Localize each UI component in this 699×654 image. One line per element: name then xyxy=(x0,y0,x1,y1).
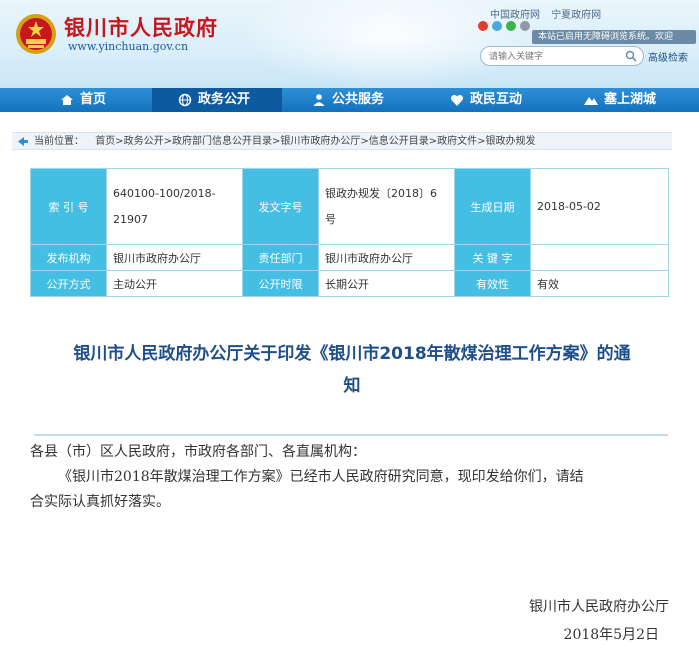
weibo-icon[interactable] xyxy=(478,21,488,31)
index-no-value: 640100-100/2018- 21907 xyxy=(106,168,243,245)
national-emblem-icon xyxy=(16,14,56,54)
search-icon[interactable] xyxy=(625,50,637,62)
disclosure-period-value: 长期公开 xyxy=(318,270,455,297)
body-paragraph-line1: 《银川市2018年散煤治理工作方案》已经市人民政府研究同意，现印发给你们，请结 xyxy=(58,469,584,485)
index-no-value-line1: 640100-100/2018- xyxy=(113,187,216,200)
nav-gov-affairs[interactable]: 政务公开 xyxy=(152,88,282,112)
doc-no-label: 发文字号 xyxy=(242,168,319,245)
table-row: 索 引 号 640100-100/2018- 21907 发文字号 银政办规发〔… xyxy=(30,168,669,245)
document-title-line1: 银川市人民政府办公厅关于印发《银川市2018年散煤治理工作方案》的通 xyxy=(73,344,631,364)
doc-no-value-line2: 号 xyxy=(325,213,336,226)
site-title[interactable]: 银川市人民政府 xyxy=(64,12,218,42)
created-date-value: 2018-05-02 xyxy=(530,168,669,245)
keyword-label: 关 键 字 xyxy=(454,244,531,271)
table-row: 发布机构 银川市政府办公厅 责任部门 银川市政府办公厅 关 键 字 xyxy=(30,244,669,271)
responsible-dept-value: 银川市政府办公厅 xyxy=(318,244,455,271)
created-date-label: 生成日期 xyxy=(454,168,531,245)
mobile-icon[interactable] xyxy=(520,21,530,31)
salutation: 各县（市）区人民政府，市政府各部门、各直属机构： xyxy=(30,444,366,460)
breadcrumb: 当前位置： 首页>政务公开>政府部门信息公开目录>银川市政府办公厅>信息公开目录… xyxy=(12,132,672,150)
validity-value: 有效 xyxy=(530,270,669,297)
disclosure-method-label: 公开方式 xyxy=(30,270,107,297)
responsible-dept-label: 责任部门 xyxy=(242,244,319,271)
advanced-search-link[interactable]: 高级检索 xyxy=(648,49,688,64)
keyword-value xyxy=(530,244,669,271)
document-title: 银川市人民政府办公厅关于印发《银川市2018年散煤治理工作方案》的通 知 xyxy=(40,338,664,402)
link-central-gov[interactable]: 中国政府网 xyxy=(490,10,540,21)
breadcrumb-path[interactable]: 首页>政务公开>政府部门信息公开目录>银川市政府办公厅>信息公开目录>政府文件>… xyxy=(95,136,535,147)
top-links: 中国政府网 宁夏政府网 xyxy=(490,6,609,21)
publisher-label: 发布机构 xyxy=(30,244,107,271)
publisher-value: 银川市政府办公厅 xyxy=(106,244,243,271)
mountain-icon xyxy=(584,97,598,105)
index-no-value-line2: 21907 xyxy=(113,213,148,226)
document-info-table: 索 引 号 640100-100/2018- 21907 发文字号 银政办规发〔… xyxy=(30,168,669,297)
tencent-icon[interactable] xyxy=(492,21,502,31)
nav-interaction[interactable]: 政民互动 xyxy=(450,88,522,112)
nav-public-service[interactable]: 公共服务 xyxy=(312,88,384,112)
link-ningxia-gov[interactable]: 宁夏政府网 xyxy=(551,10,601,21)
nav-gov-affairs-label: 政务公开 xyxy=(198,92,251,107)
signer: 银川市人民政府办公厅 xyxy=(529,599,669,615)
person-icon xyxy=(313,94,325,106)
body-paragraph-line2: 合实际认真抓好落实。 xyxy=(30,494,170,510)
search-input[interactable] xyxy=(489,49,619,64)
breadcrumb-prefix: 当前位置： xyxy=(34,136,84,147)
globe-icon xyxy=(178,93,192,107)
doc-no-value-line1: 银政办规发〔2018〕6 xyxy=(325,187,437,200)
nav-public-service-label: 公共服务 xyxy=(332,92,385,107)
main-nav: 首页 政务公开 公共服务 政民互动 塞上湖城 xyxy=(0,88,699,112)
home-icon xyxy=(61,95,73,105)
nav-lake-city[interactable]: 塞上湖城 xyxy=(584,88,656,112)
accessibility-notice[interactable]: 本站已启用无障碍浏览系统。欢迎 xyxy=(532,30,696,44)
document-body: 各县（市）区人民政府，市政府各部门、各直属机构： 《银川市2018年散煤治理工作… xyxy=(30,440,670,515)
table-row: 公开方式 主动公开 公开时限 长期公开 有效性 有效 xyxy=(30,270,669,297)
site-header: 银川市人民政府 www.yinchuan.gov.cn 中国政府网 宁夏政府网 … xyxy=(0,0,699,88)
document-title-line2: 知 xyxy=(343,376,361,396)
site-domain: www.yinchuan.gov.cn xyxy=(68,40,189,53)
nav-home[interactable]: 首页 xyxy=(60,88,106,112)
nav-home-label: 首页 xyxy=(80,92,107,107)
validity-label: 有效性 xyxy=(454,270,531,297)
search-box xyxy=(480,46,644,66)
doc-no-value: 银政办规发〔2018〕6 号 xyxy=(318,168,455,245)
heart-icon xyxy=(450,94,464,106)
location-arrow-icon xyxy=(18,137,28,146)
disclosure-period-label: 公开时限 xyxy=(242,270,319,297)
wechat-icon[interactable] xyxy=(506,21,516,31)
index-no-label: 索 引 号 xyxy=(30,168,107,245)
nav-lake-city-label: 塞上湖城 xyxy=(604,92,657,107)
disclosure-method-value: 主动公开 xyxy=(106,270,243,297)
title-divider xyxy=(34,434,668,436)
nav-interaction-label: 政民互动 xyxy=(470,92,523,107)
signature-date: 2018年5月2日 xyxy=(563,627,659,643)
